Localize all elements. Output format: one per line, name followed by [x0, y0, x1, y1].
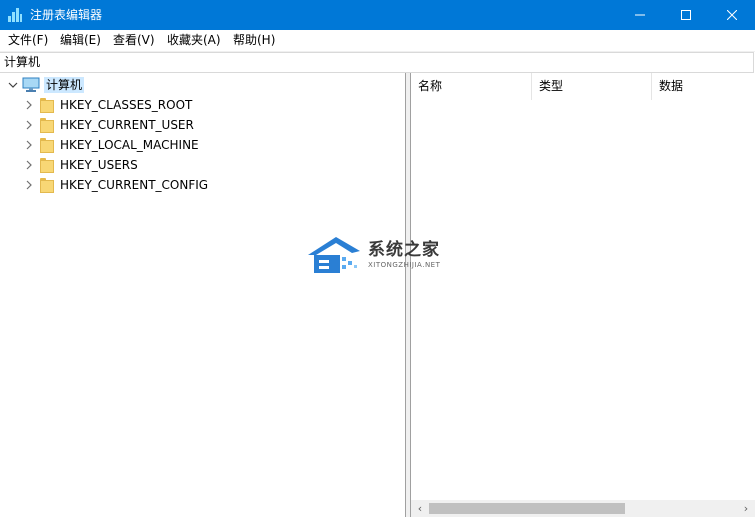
menu-help[interactable]: 帮助(H) — [231, 33, 277, 48]
title-bar: 注册表编辑器 — [0, 0, 755, 30]
chevron-right-icon[interactable] — [22, 118, 36, 132]
folder-icon — [40, 157, 54, 173]
menu-view[interactable]: 查看(V) — [111, 33, 157, 48]
chevron-right-icon[interactable] — [22, 158, 36, 172]
tree-item-hkey-current-config[interactable]: HKEY_CURRENT_CONFIG — [22, 175, 208, 195]
watermark-title: 系统之家 — [368, 240, 440, 260]
column-header-data[interactable]: 数据 — [652, 73, 755, 100]
close-icon — [727, 10, 737, 20]
tree-label: HKEY_USERS — [60, 158, 138, 172]
menu-favorites[interactable]: 收藏夹(A) — [165, 33, 223, 48]
menu-edit[interactable]: 编辑(E) — [58, 33, 103, 48]
tree-label: HKEY_CURRENT_CONFIG — [60, 178, 209, 192]
column-header-name[interactable]: 名称 — [411, 73, 532, 100]
tree-label: HKEY_LOCAL_MACHINE — [60, 138, 199, 152]
address-path: 计算机 — [4, 55, 41, 69]
close-button[interactable] — [709, 0, 755, 30]
scroll-right-icon[interactable]: › — [740, 502, 752, 515]
tree-item-hkey-classes-root[interactable]: HKEY_CLASSES_ROOT — [22, 95, 192, 115]
tree-item-hkey-users[interactable]: HKEY_USERS — [22, 155, 138, 175]
tree-label-computer: 计算机 — [44, 77, 85, 93]
scrollbar-thumb[interactable] — [429, 503, 625, 514]
chevron-down-icon[interactable] — [6, 78, 20, 92]
folder-icon — [40, 117, 54, 133]
menu-bar: 文件(F) 编辑(E) 查看(V) 收藏夹(A) 帮助(H) — [0, 30, 755, 52]
window-title: 注册表编辑器 — [30, 8, 103, 22]
folder-icon — [40, 97, 54, 113]
column-header-type[interactable]: 类型 — [532, 73, 652, 100]
tree-item-hkey-local-machine[interactable]: HKEY_LOCAL_MACHINE — [22, 135, 199, 155]
scroll-left-icon[interactable]: ‹ — [414, 502, 426, 515]
menu-file[interactable]: 文件(F) — [6, 33, 50, 48]
horizontal-scrollbar[interactable]: ‹ › — [411, 500, 755, 517]
value-list-pane[interactable]: 名称 类型 数据 — [410, 73, 755, 517]
chevron-right-icon[interactable] — [22, 138, 36, 152]
maximize-icon — [681, 10, 691, 20]
tree-label: HKEY_CLASSES_ROOT — [60, 98, 193, 112]
address-bar[interactable]: 计算机 — [0, 52, 754, 73]
watermark-subtitle: XITONGZHIJIA.NET — [368, 261, 441, 269]
watermark-logo: 系统之家 XITONGZHIJIA.NET — [300, 233, 460, 281]
tree-label: HKEY_CURRENT_USER — [60, 118, 194, 132]
chevron-right-icon[interactable] — [22, 178, 36, 192]
computer-icon — [22, 77, 40, 93]
tree-item-computer[interactable]: 计算机 — [6, 75, 85, 95]
chevron-right-icon[interactable] — [22, 98, 36, 112]
tree-item-hkey-current-user[interactable]: HKEY_CURRENT_USER — [22, 115, 194, 135]
maximize-button[interactable] — [663, 0, 709, 30]
minimize-button[interactable] — [617, 0, 663, 30]
house-logo-icon — [308, 237, 360, 273]
folder-icon — [40, 177, 54, 193]
minimize-icon — [635, 14, 645, 16]
folder-icon — [40, 137, 54, 153]
key-tree-pane[interactable]: 计算机 HKEY_CLASSES_ROOT HKEY_CURRENT_USER … — [0, 73, 406, 517]
regedit-app-icon — [8, 8, 22, 22]
